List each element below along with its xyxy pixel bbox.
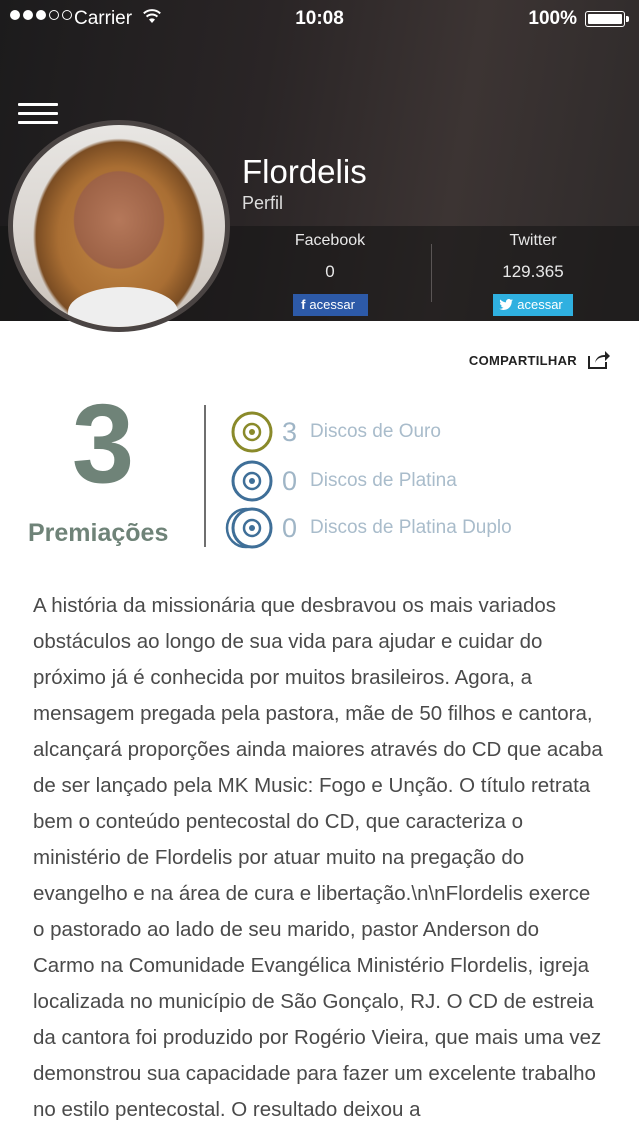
share-button[interactable]: COMPARTILHAR [469, 350, 611, 370]
battery-icon [585, 11, 629, 27]
facebook-panel: Facebook 0 f acessar [230, 232, 430, 316]
facebook-count: 0 [325, 262, 335, 281]
share-label: COMPARTILHAR [468, 352, 577, 368]
share-icon [588, 351, 610, 369]
awards-label: Premiações [28, 519, 169, 547]
gold-discs-count: 3 [282, 416, 298, 447]
platinum-disc-icon [231, 460, 273, 502]
twitter-label: Twitter [509, 232, 557, 249]
twitter-panel: Twitter 129.365 acessar [433, 232, 633, 316]
facebook-access-button[interactable]: f acessar [292, 294, 368, 316]
gold-discs-row: 3 Discos de Ouro [230, 410, 441, 454]
profile-description: A história da missionária que desbravou … [33, 594, 603, 1121]
profile-name: Flordelis [242, 153, 367, 190]
gold-discs-label: Discos de Ouro [310, 421, 441, 442]
twitter-count: 129.365 [502, 262, 564, 281]
facebook-icon: f [301, 297, 306, 312]
twitter-access-button[interactable]: acessar [493, 294, 573, 316]
platinum-discs-count: 0 [282, 465, 298, 496]
platinum-discs-row: 0 Discos de Platina [230, 459, 457, 503]
double-platinum-disc-icon [225, 507, 273, 549]
profile-avatar [8, 120, 230, 332]
platinum-discs-label: Discos de Platina [310, 470, 457, 491]
status-bar: Carrier 10:08 100% [0, 0, 639, 38]
gold-disc-icon [231, 411, 273, 453]
twitter-access-label: acessar [517, 297, 563, 312]
profile-subtitle: Perfil [242, 193, 284, 213]
double-platinum-discs-label: Discos de Platina Duplo [310, 517, 512, 538]
awards-divider [204, 405, 206, 547]
awards-total: 3 [71, 381, 135, 506]
bird-icon [499, 299, 514, 310]
battery-percentage: 100% [528, 8, 577, 29]
double-platinum-discs-row: 0 Discos de Platina Duplo [224, 506, 512, 550]
social-divider [431, 244, 432, 302]
facebook-access-label: acessar [309, 297, 355, 312]
facebook-label: Facebook [294, 232, 366, 249]
double-platinum-discs-count: 0 [282, 512, 298, 543]
hamburger-menu-icon[interactable] [18, 103, 58, 125]
